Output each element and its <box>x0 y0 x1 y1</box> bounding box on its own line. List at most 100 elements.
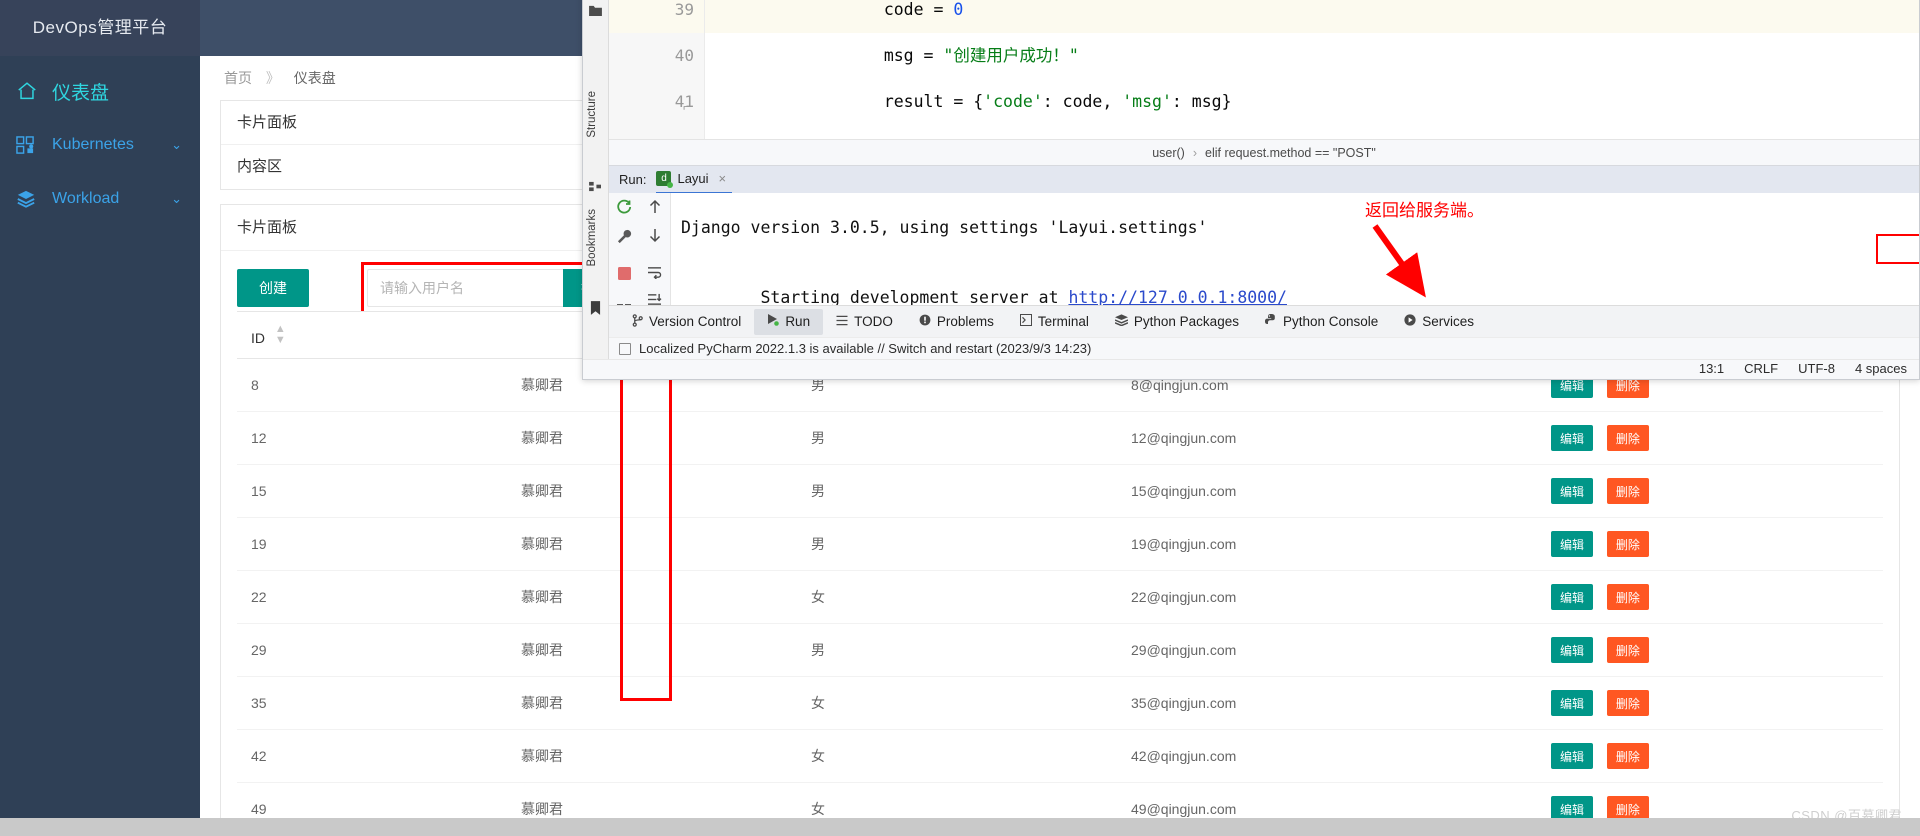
edit-button[interactable]: 编辑 <box>1551 743 1594 769</box>
cell-id: 19 <box>237 517 507 571</box>
rail-structure[interactable]: Structure <box>586 91 598 138</box>
tab-version-control[interactable]: Version Control <box>619 309 754 335</box>
edit-button[interactable]: 编辑 <box>1551 584 1594 610</box>
table-row[interactable]: 22 慕卿君 女 22@qingjun.com 编辑 删除 <box>237 570 1883 624</box>
cell-id: 12 <box>237 411 507 465</box>
cell-id: 8 <box>237 358 507 412</box>
server-url-link[interactable]: http://127.0.0.1:8000/ <box>1068 288 1287 305</box>
delete-button[interactable]: 删除 <box>1606 637 1649 663</box>
line-number: 39 <box>609 0 704 33</box>
tab-terminal[interactable]: Terminal <box>1007 309 1102 335</box>
ide-status-message[interactable]: Localized PyCharm 2022.1.3 is available … <box>639 341 1091 356</box>
user-table: ID ▲ ▼ 8 慕卿君 男 8@qingjun.com 编辑 删除 12 慕卿… <box>237 311 1883 836</box>
chevron-right-icon: › <box>1192 145 1198 160</box>
packages-icon <box>1114 314 1129 329</box>
arrow-up-icon[interactable] <box>648 199 662 219</box>
table-row[interactable]: 19 慕卿君 男 19@qingjun.com 编辑 删除 <box>237 517 1883 571</box>
cell-name: 慕卿君 <box>507 676 797 730</box>
cell-sex: 女 <box>797 729 1117 783</box>
cell-name: 慕卿君 <box>507 411 797 465</box>
breadcrumb-statement[interactable]: elif request.method == "POST" <box>1205 146 1376 160</box>
column-header-id[interactable]: ID ▲ ▼ <box>237 311 507 359</box>
search-input[interactable] <box>367 269 563 307</box>
structure-icon <box>589 179 602 197</box>
cell-id: 29 <box>237 623 507 677</box>
tab-label: Problems <box>936 314 994 329</box>
sidebar-menu: 仪表盘 Kubernetes ⌄ Workload ⌄ <box>0 56 200 226</box>
file-encoding[interactable]: UTF-8 <box>1798 361 1835 376</box>
sidebar-item-kubernetes[interactable]: Kubernetes ⌄ <box>0 118 200 172</box>
cell-sex: 男 <box>797 464 1117 518</box>
delete-button[interactable]: 删除 <box>1606 584 1649 610</box>
cell-sex: 男 <box>797 517 1117 571</box>
cell-actions: 编辑 删除 <box>1537 729 1883 783</box>
tab-python-console[interactable]: Python Console <box>1252 309 1391 335</box>
sidebar-item-dashboard[interactable]: 仪表盘 <box>0 64 200 118</box>
run-panel-header: Run: d Layui × <box>609 165 1919 195</box>
delete-button[interactable]: 删除 <box>1606 531 1649 557</box>
folder-icon <box>589 3 602 21</box>
code-editor[interactable]: 38 39 40 41 ⌐ code = 0 msg = "创建用户成功！" r… <box>609 0 1919 157</box>
notification-icon[interactable] <box>619 342 631 355</box>
table-row[interactable]: 12 慕卿君 男 12@qingjun.com 编辑 删除 <box>237 411 1883 465</box>
run-console[interactable]: September 05, 2023 - 16:51:59 Django ver… <box>671 193 1919 305</box>
rerun-icon[interactable] <box>616 199 632 220</box>
tab-problems[interactable]: Problems <box>906 309 1007 335</box>
line-separator[interactable]: CRLF <box>1744 361 1778 376</box>
tab-label: Terminal <box>1037 314 1089 329</box>
tab-label: TODO <box>854 314 893 329</box>
close-icon[interactable]: × <box>719 171 727 186</box>
table-row[interactable]: 42 慕卿君 女 42@qingjun.com 编辑 删除 <box>237 729 1883 783</box>
cell-actions: 编辑 删除 <box>1537 676 1883 730</box>
table-row[interactable]: 29 慕卿君 男 29@qingjun.com 编辑 删除 <box>237 623 1883 677</box>
delete-button[interactable]: 删除 <box>1606 690 1649 716</box>
cell-name: 慕卿君 <box>507 517 797 571</box>
delete-button[interactable]: 删除 <box>1606 478 1649 504</box>
soft-wrap-icon[interactable] <box>647 266 662 284</box>
ide-left-rail: Proj Structure Bookmarks <box>583 0 609 379</box>
cell-name: 慕卿君 <box>507 570 797 624</box>
cell-name: 慕卿君 <box>507 729 797 783</box>
chevron-down-icon: ⌄ <box>171 137 182 152</box>
create-button[interactable]: 创建 <box>237 269 309 307</box>
tab-run[interactable]: Run <box>754 308 824 335</box>
sidebar-item-workload[interactable]: Workload ⌄ <box>0 172 200 226</box>
cell-id: 42 <box>237 729 507 783</box>
cell-email: 15@qingjun.com <box>1117 464 1537 518</box>
tab-python-packages[interactable]: Python Packages <box>1102 309 1252 335</box>
cell-actions: 编辑 删除 <box>1537 623 1883 677</box>
settings-wrench-icon[interactable] <box>617 229 632 249</box>
annotation-arrow-icon <box>1372 224 1426 298</box>
rail-bookmarks[interactable]: Bookmarks <box>586 209 598 267</box>
tab-services[interactable]: Services <box>1391 309 1487 335</box>
indent-setting[interactable]: 4 spaces <box>1855 361 1907 376</box>
list-icon <box>836 314 848 329</box>
edit-button[interactable]: 编辑 <box>1551 425 1594 451</box>
breadcrumb-home[interactable]: 首页 <box>224 70 252 86</box>
home-icon <box>16 80 46 102</box>
cell-email: 22@qingjun.com <box>1117 570 1537 624</box>
table-row[interactable]: 15 慕卿君 男 15@qingjun.com 编辑 删除 <box>237 464 1883 518</box>
cell-sex: 男 <box>797 411 1117 465</box>
bookmark-icon <box>590 301 601 320</box>
run-tab-layui[interactable]: d Layui × <box>656 171 733 195</box>
caret-position[interactable]: 13:1 <box>1699 361 1724 376</box>
tab-todo[interactable]: TODO <box>823 309 906 335</box>
cell-id: 22 <box>237 570 507 624</box>
edit-button[interactable]: 编辑 <box>1551 637 1594 663</box>
sort-icon[interactable]: ▲ ▼ <box>275 324 286 346</box>
cell-id: 35 <box>237 676 507 730</box>
breadcrumb-function[interactable]: user() <box>1152 146 1185 160</box>
edit-button[interactable]: 编辑 <box>1551 690 1594 716</box>
table-row[interactable]: 35 慕卿君 女 35@qingjun.com 编辑 删除 <box>237 676 1883 730</box>
stop-icon[interactable] <box>617 267 631 285</box>
edit-button[interactable]: 编辑 <box>1551 478 1594 504</box>
breadcrumb-separator-icon: 》 <box>265 70 280 86</box>
code-fold-icon[interactable]: ⌐ <box>683 99 691 114</box>
delete-button[interactable]: 删除 <box>1606 425 1649 451</box>
delete-button[interactable]: 删除 <box>1606 743 1649 769</box>
cell-email: 35@qingjun.com <box>1117 676 1537 730</box>
edit-button[interactable]: 编辑 <box>1551 531 1594 557</box>
rail-bookmarks-label: Bookmarks <box>586 209 598 267</box>
arrow-down-icon[interactable] <box>648 228 662 248</box>
